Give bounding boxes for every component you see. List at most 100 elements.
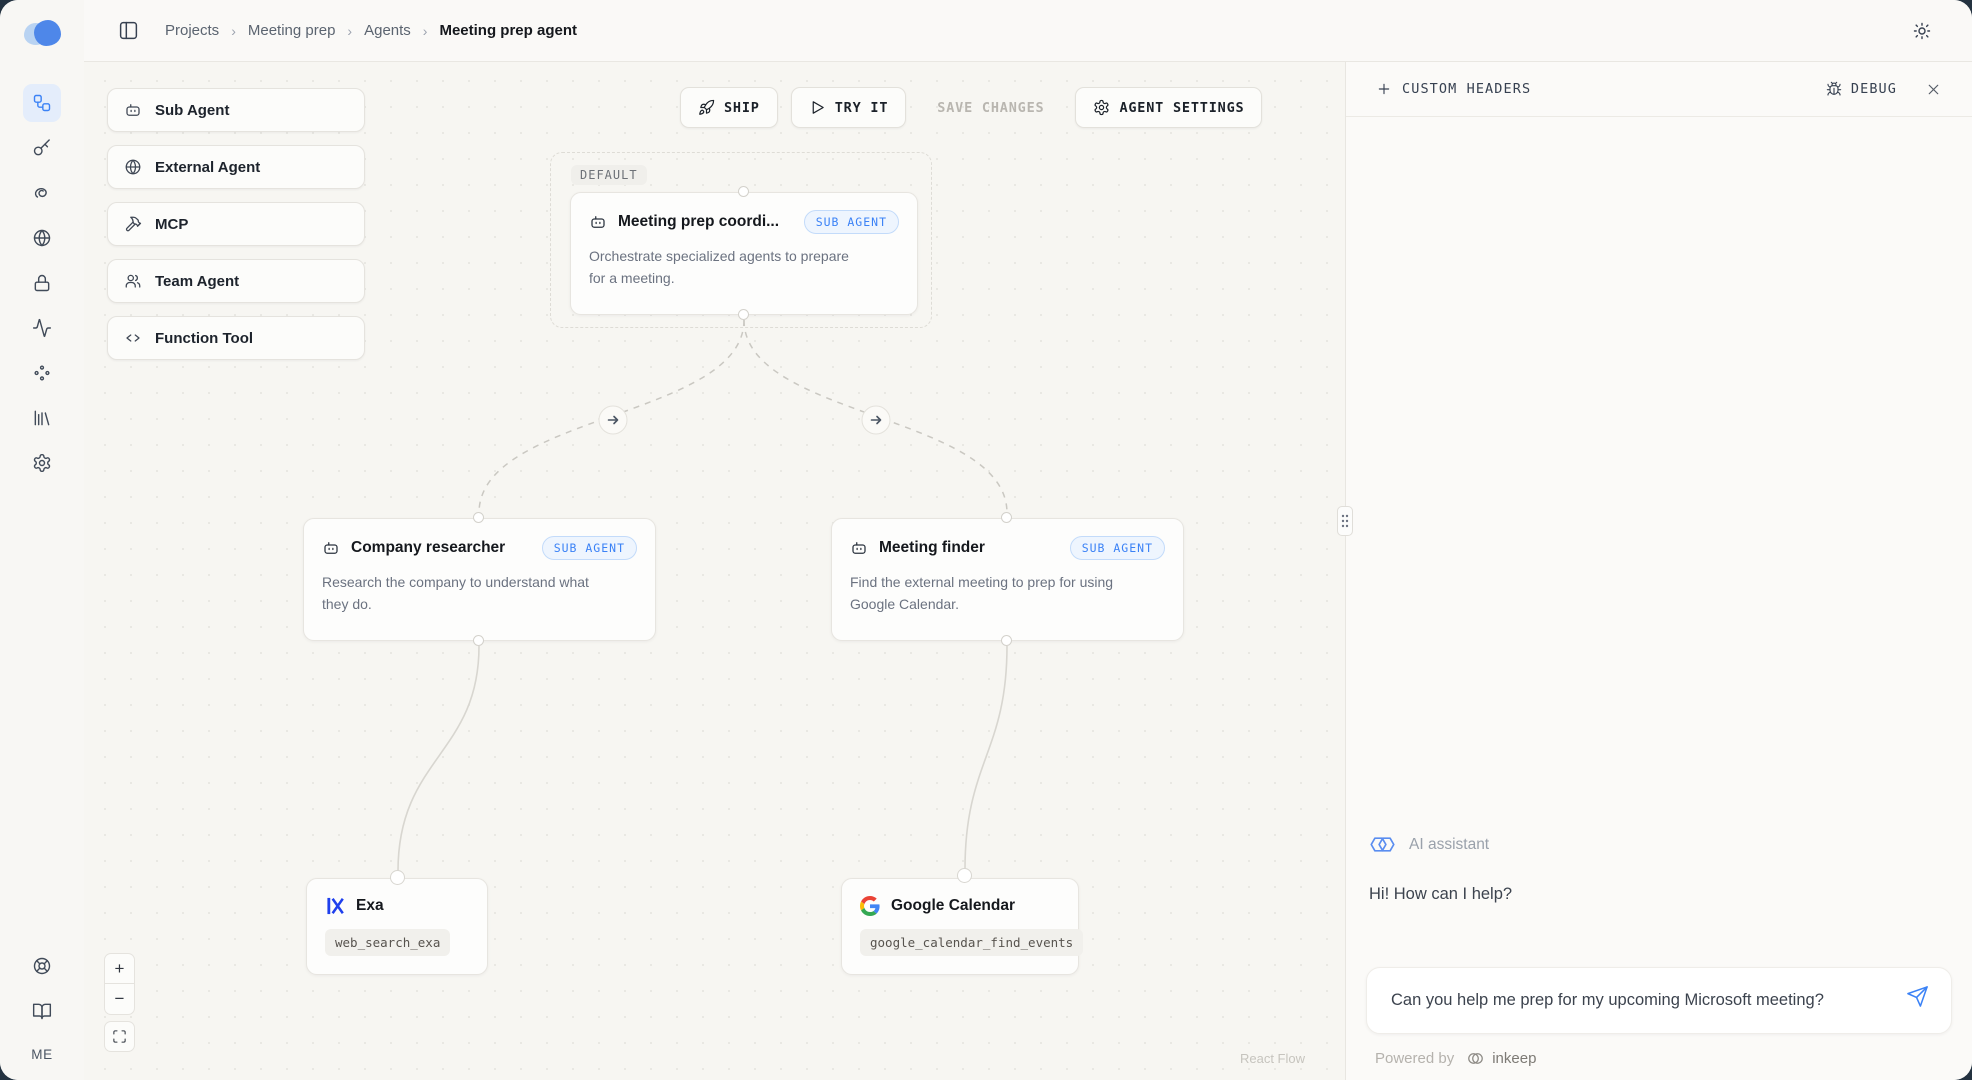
rail-item-integrations[interactable] xyxy=(23,354,61,392)
code-icon xyxy=(124,329,142,347)
sub-agent-badge: SUB AGENT xyxy=(804,210,899,234)
edge-arrow-marker xyxy=(862,406,890,434)
node-handle[interactable] xyxy=(473,512,484,523)
node-handle[interactable] xyxy=(473,635,484,646)
agent-settings-button[interactable]: AGENT SETTINGS xyxy=(1075,87,1262,128)
rail-item-settings[interactable] xyxy=(23,444,61,482)
ship-button[interactable]: SHIP xyxy=(680,87,778,128)
rail-item-security[interactable] xyxy=(23,264,61,302)
palette-item-sub-agent[interactable]: Sub Agent xyxy=(107,88,365,132)
palette-item-label: MCP xyxy=(155,216,188,233)
fit-view-button[interactable] xyxy=(104,1021,135,1052)
node-title: Meeting finder xyxy=(879,539,985,557)
react-flow-attribution: React Flow xyxy=(1240,1051,1305,1066)
assistant-header: AI assistant xyxy=(1366,831,1952,858)
node-handle[interactable] xyxy=(738,186,749,197)
theme-toggle-sun-icon[interactable] xyxy=(1912,21,1932,41)
chat-input[interactable]: Can you help me prep for my upcoming Mic… xyxy=(1391,987,1841,1013)
node-meeting-finder[interactable]: Meeting finder SUB AGENT Find the extern… xyxy=(831,518,1184,641)
sidebar-toggle-button[interactable] xyxy=(118,20,139,41)
node-exa-tool[interactable]: Exa web_search_exa xyxy=(306,878,488,975)
palette-item-external-agent[interactable]: External Agent xyxy=(107,145,365,189)
rail-item-web[interactable] xyxy=(23,219,61,257)
rocket-icon xyxy=(698,99,715,116)
chat-panel: CUSTOM HEADERS DEBUG xyxy=(1345,62,1972,1080)
top-bar: Projects › Meeting prep › Agents › Meeti… xyxy=(84,0,1972,62)
user-avatar[interactable]: ME xyxy=(31,1047,52,1062)
chat-panel-header: CUSTOM HEADERS DEBUG xyxy=(1346,62,1972,117)
palette-item-mcp[interactable]: MCP xyxy=(107,202,365,246)
rail-item-graph[interactable] xyxy=(23,84,61,122)
sub-agent-badge: SUB AGENT xyxy=(542,536,637,560)
maximize-icon xyxy=(112,1029,127,1044)
node-handle[interactable] xyxy=(390,870,405,885)
inkeep-mark-icon xyxy=(1466,1049,1485,1068)
node-handle[interactable] xyxy=(1001,512,1012,523)
node-company-researcher[interactable]: Company researcher SUB AGENT Research th… xyxy=(303,518,656,641)
plus-icon xyxy=(1376,81,1392,97)
activity-icon xyxy=(32,318,52,338)
node-description: Orchestrate specialized agents to prepar… xyxy=(589,245,861,289)
rail-item-activity[interactable] xyxy=(23,309,61,347)
save-changes-button[interactable]: SAVE CHANGES xyxy=(919,87,1062,128)
inkeep-logo-icon xyxy=(22,20,62,50)
globe-icon xyxy=(124,158,142,176)
breadcrumb-agents[interactable]: Agents xyxy=(364,22,411,39)
gear-icon xyxy=(1093,99,1110,116)
send-button[interactable] xyxy=(1906,985,1929,1008)
assistant-greeting: Hi! How can I help? xyxy=(1366,885,1952,904)
hammer-icon xyxy=(124,215,142,233)
bot-icon xyxy=(322,539,340,557)
palette-item-team-agent[interactable]: Team Agent xyxy=(107,259,365,303)
zoom-out-button[interactable]: − xyxy=(104,984,135,1015)
rail-item-help[interactable] xyxy=(23,947,61,985)
play-icon xyxy=(809,99,826,116)
node-title: Meeting prep coordi... xyxy=(618,213,779,231)
debug-button[interactable]: DEBUG xyxy=(1826,81,1897,97)
zoom-in-button[interactable]: + xyxy=(104,953,135,984)
diamond-dots-icon xyxy=(32,363,52,383)
custom-headers-button[interactable]: CUSTOM HEADERS xyxy=(1376,81,1531,97)
library-icon xyxy=(32,408,52,428)
globe-icon xyxy=(32,228,52,248)
sub-agent-badge: SUB AGENT xyxy=(1070,536,1165,560)
inkeep-brand[interactable]: inkeep xyxy=(1492,1050,1536,1067)
tool-name-pill: web_search_exa xyxy=(325,929,450,956)
google-logo-icon xyxy=(860,896,880,916)
node-palette: Sub Agent External Agent MCP Team Agent xyxy=(107,88,365,360)
palette-item-label: Sub Agent xyxy=(155,102,229,119)
scribble-icon xyxy=(32,183,52,203)
rail-item-api-keys[interactable] xyxy=(23,129,61,167)
node-description: Research the company to understand what … xyxy=(322,571,594,615)
flow-canvas[interactable]: Sub Agent External Agent MCP Team Agent xyxy=(84,62,1345,1080)
rail-item-docs[interactable] xyxy=(23,992,61,1030)
users-icon xyxy=(124,272,142,290)
try-it-button[interactable]: TRY IT xyxy=(791,87,907,128)
panel-resize-handle[interactable] xyxy=(1337,506,1353,536)
inkeep-assistant-icon xyxy=(1369,831,1396,858)
book-open-icon xyxy=(32,1001,52,1021)
zoom-controls: + − xyxy=(104,953,135,1052)
default-group-label: DEFAULT xyxy=(571,165,647,185)
bot-icon xyxy=(124,101,142,119)
exa-logo-icon xyxy=(325,896,345,916)
breadcrumb-meeting-prep[interactable]: Meeting prep xyxy=(248,22,336,39)
palette-item-label: External Agent xyxy=(155,159,260,176)
node-handle[interactable] xyxy=(738,309,749,320)
close-panel-button[interactable] xyxy=(1925,81,1942,98)
palette-item-function-tool[interactable]: Function Tool xyxy=(107,316,365,360)
node-meeting-prep-coordinator[interactable]: Meeting prep coordi... SUB AGENT Orchest… xyxy=(570,192,918,315)
tool-name-pill: google_calendar_find_events xyxy=(860,929,1083,956)
breadcrumb: Projects › Meeting prep › Agents › Meeti… xyxy=(165,22,577,39)
rail-item-library[interactable] xyxy=(23,399,61,437)
node-title: Exa xyxy=(356,897,384,915)
breadcrumb-projects[interactable]: Projects xyxy=(165,22,219,39)
node-google-calendar-tool[interactable]: Google Calendar google_calendar_find_eve… xyxy=(841,878,1079,975)
grip-dots-icon xyxy=(1341,514,1349,528)
node-handle[interactable] xyxy=(957,868,972,883)
workflow-icon xyxy=(32,93,52,113)
rail-item-traces[interactable] xyxy=(23,174,61,212)
node-handle[interactable] xyxy=(1001,635,1012,646)
paper-plane-icon xyxy=(1906,985,1929,1008)
chat-area: AI assistant Hi! How can I help? Can you… xyxy=(1346,117,1972,1080)
